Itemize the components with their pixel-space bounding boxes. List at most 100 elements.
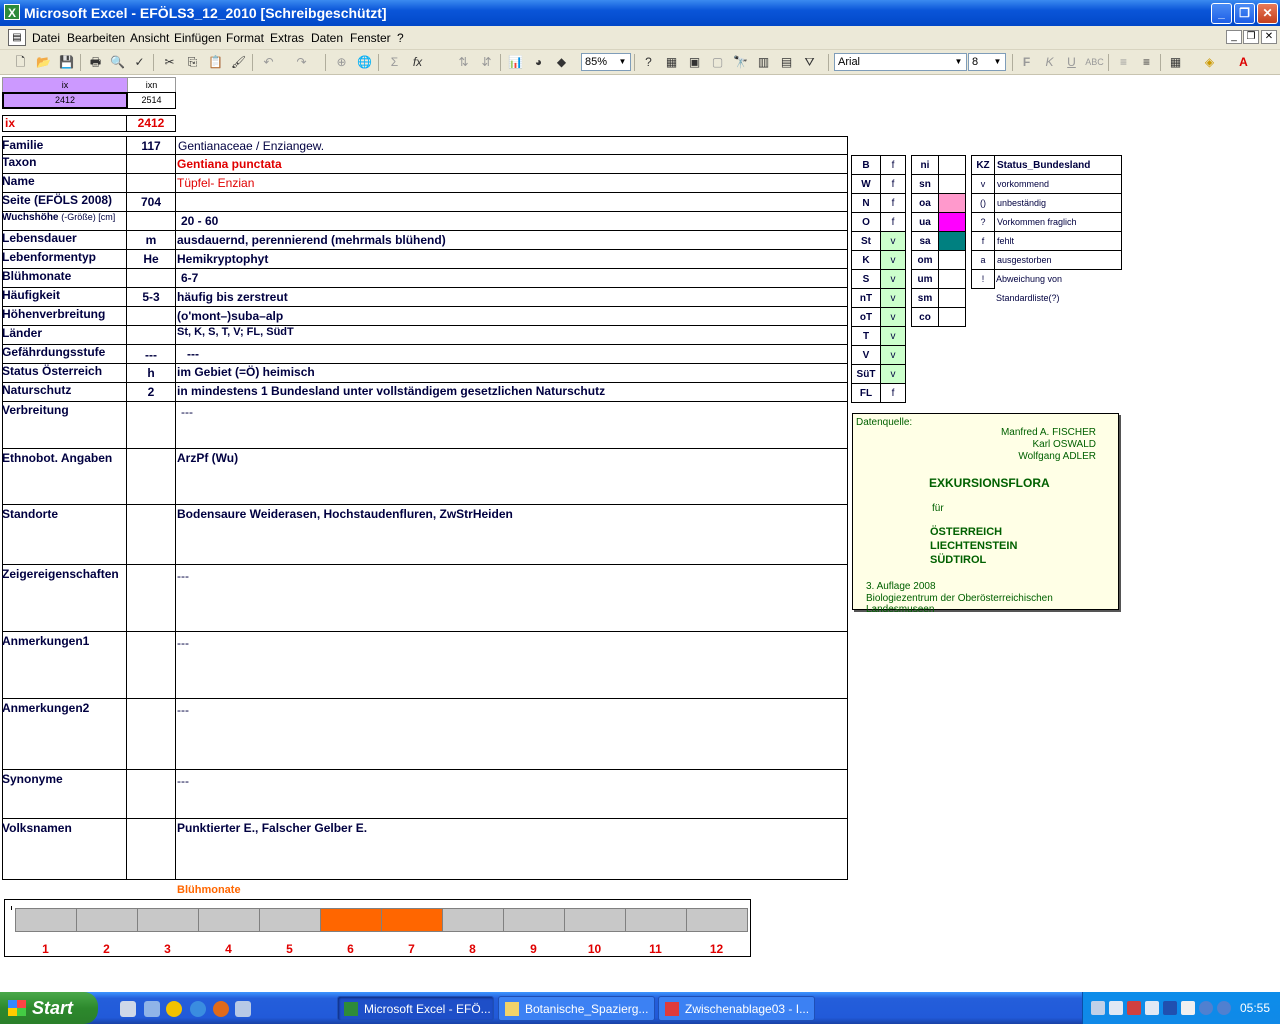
map-icon[interactable]: ◆ bbox=[552, 53, 571, 72]
bundesland-code: oT bbox=[851, 307, 881, 327]
hyperlink-icon[interactable]: ⊕ bbox=[332, 53, 351, 72]
merge-icon[interactable]: ▥ bbox=[754, 53, 773, 72]
menu-datei[interactable]: Datei bbox=[32, 31, 60, 45]
menu-help[interactable]: ? bbox=[397, 31, 404, 45]
menu-bearbeiten[interactable]: Bearbeiten bbox=[67, 31, 125, 45]
web-icon[interactable]: 🌐 bbox=[355, 53, 374, 72]
area-color-swatch bbox=[938, 250, 966, 270]
ie-icon[interactable] bbox=[190, 1001, 206, 1017]
shield-icon[interactable] bbox=[1163, 1001, 1177, 1015]
menu-daten[interactable]: Daten bbox=[311, 31, 343, 45]
firefox-icon[interactable] bbox=[213, 1001, 229, 1017]
redo-icon[interactable]: ↷ bbox=[292, 53, 311, 72]
doc-minimize-button[interactable]: _ bbox=[1226, 30, 1242, 44]
autosum-icon[interactable]: Σ bbox=[385, 53, 404, 72]
month-bar bbox=[686, 908, 748, 932]
info-icon[interactable] bbox=[1199, 1001, 1213, 1015]
workbook-icon[interactable]: ▤ bbox=[8, 29, 26, 46]
format-painter-icon[interactable]: 🖌 bbox=[229, 53, 248, 72]
task-paint[interactable]: Zwischenablage03 - I... bbox=[658, 996, 815, 1021]
help-icon[interactable]: ? bbox=[639, 53, 658, 72]
bundesland-status: v bbox=[880, 364, 906, 384]
start-button[interactable]: Start bbox=[0, 992, 98, 1024]
month-bar bbox=[503, 908, 565, 932]
ix-header[interactable]: ix bbox=[2, 77, 128, 93]
legend-kz: f bbox=[971, 231, 995, 251]
zoom-select[interactable]: 85% ▼ bbox=[581, 53, 631, 71]
month-label: 10 bbox=[587, 942, 602, 956]
outlook-icon[interactable] bbox=[235, 1001, 251, 1017]
align-center-icon[interactable]: ≡ bbox=[1137, 53, 1156, 72]
menu-ansicht[interactable]: Ansicht bbox=[130, 31, 169, 45]
font-color-icon[interactable]: A bbox=[1234, 53, 1253, 72]
volume-icon[interactable] bbox=[1109, 1001, 1123, 1015]
legend-text: vorkommend bbox=[994, 174, 1122, 194]
worksheet[interactable]: ix ixn 2412 2514 ix 2412 Familie 117 Gen… bbox=[0, 75, 1280, 992]
desktop-icon[interactable] bbox=[120, 1001, 136, 1017]
align-left-icon[interactable]: ≡ bbox=[1114, 53, 1133, 72]
calculator-icon[interactable]: ▤ bbox=[777, 53, 796, 72]
find-icon[interactable]: 🔭 bbox=[731, 53, 750, 72]
forms-icon[interactable]: ▦ bbox=[662, 53, 681, 72]
label-bluehmonate: Blühmonate bbox=[2, 269, 72, 283]
toolbox-icon[interactable]: ▣ bbox=[685, 53, 704, 72]
value-lebensdauer: ausdauernd, perennierend (mehrmals blühe… bbox=[177, 233, 446, 247]
minimize-button[interactable]: _ bbox=[1211, 3, 1232, 24]
messenger-icon[interactable] bbox=[1217, 1001, 1231, 1015]
ix-label-cell[interactable]: ix bbox=[2, 115, 127, 132]
new-icon[interactable]: 🗋 bbox=[11, 53, 30, 72]
value-bluehmonate: 6-7 bbox=[181, 271, 199, 285]
menu-format[interactable]: Format bbox=[226, 31, 264, 45]
menu-extras[interactable]: Extras bbox=[270, 31, 304, 45]
value-taxon: Gentiana punctata bbox=[177, 157, 282, 171]
fill-color-icon[interactable]: ◈ bbox=[1200, 53, 1219, 72]
filter-icon[interactable]: ⛛ bbox=[800, 53, 819, 72]
paste-icon[interactable]: 📋 bbox=[206, 53, 225, 72]
font-size-select[interactable]: 8 ▼ bbox=[968, 53, 1006, 71]
region-2: LIECHTENSTEIN bbox=[930, 540, 1018, 552]
window-title: Microsoft Excel - EFÖLS3_12_2010 [Schrei… bbox=[24, 5, 387, 21]
print-icon[interactable]: 🖶 bbox=[86, 53, 105, 72]
ix-value-cell[interactable]: 2412 bbox=[2, 92, 128, 109]
cut-icon[interactable]: ✂ bbox=[160, 53, 179, 72]
label-synonyme: Synonyme bbox=[2, 772, 63, 786]
borders-icon[interactable]: ▦ bbox=[1166, 53, 1185, 72]
chart-wizard-icon[interactable]: 📊 bbox=[506, 53, 525, 72]
font-name-select[interactable]: Arial ▼ bbox=[834, 53, 967, 71]
ix-result-cell[interactable]: 2412 bbox=[126, 115, 176, 132]
network-icon[interactable] bbox=[1091, 1001, 1105, 1015]
sort-asc-icon[interactable]: ⇅ bbox=[454, 53, 473, 72]
function-icon[interactable]: fx bbox=[408, 53, 427, 72]
italic-icon[interactable]: K bbox=[1040, 53, 1059, 72]
explorer-icon[interactable] bbox=[144, 1001, 160, 1017]
print-preview-icon[interactable]: 🔍 bbox=[108, 53, 127, 72]
task-folder[interactable]: Botanische_Spazierg... bbox=[498, 996, 655, 1021]
spelling-icon[interactable]: ✓ bbox=[130, 53, 149, 72]
media-player-icon[interactable] bbox=[166, 1001, 182, 1017]
doc-restore-button[interactable]: ❐ bbox=[1243, 30, 1259, 44]
save-icon[interactable]: 💾 bbox=[57, 53, 76, 72]
area-code: sm bbox=[911, 288, 939, 308]
copy-icon[interactable]: ⎘ bbox=[183, 53, 202, 72]
security-icon[interactable] bbox=[1127, 1001, 1141, 1015]
doc-close-button[interactable]: ✕ bbox=[1261, 30, 1277, 44]
undo-icon[interactable]: ↶ bbox=[259, 53, 278, 72]
strikethrough-icon[interactable]: ABC bbox=[1085, 53, 1104, 72]
drawing-icon[interactable]: ◕ bbox=[529, 53, 548, 72]
month-bar bbox=[15, 908, 77, 932]
control-icon[interactable]: ▢ bbox=[708, 53, 727, 72]
restore-button[interactable]: ❐ bbox=[1234, 3, 1255, 24]
ixn-value-cell[interactable]: 2514 bbox=[127, 92, 176, 109]
underline-icon[interactable]: U bbox=[1062, 53, 1081, 72]
ixn-header[interactable]: ixn bbox=[127, 77, 176, 93]
search-icon[interactable] bbox=[1145, 1001, 1159, 1015]
bold-icon[interactable]: F bbox=[1017, 53, 1036, 72]
sort-desc-icon[interactable]: ⇵ bbox=[477, 53, 496, 72]
open-icon[interactable]: 📂 bbox=[34, 53, 53, 72]
close-button[interactable]: ✕ bbox=[1257, 3, 1278, 24]
update-icon[interactable] bbox=[1181, 1001, 1195, 1015]
menu-fenster[interactable]: Fenster bbox=[350, 31, 391, 45]
task-excel[interactable]: Microsoft Excel - EFÖ... bbox=[337, 996, 494, 1021]
task-folder-label: Botanische_Spazierg... bbox=[525, 1002, 649, 1016]
menu-einfuegen[interactable]: Einfügen bbox=[174, 31, 221, 45]
